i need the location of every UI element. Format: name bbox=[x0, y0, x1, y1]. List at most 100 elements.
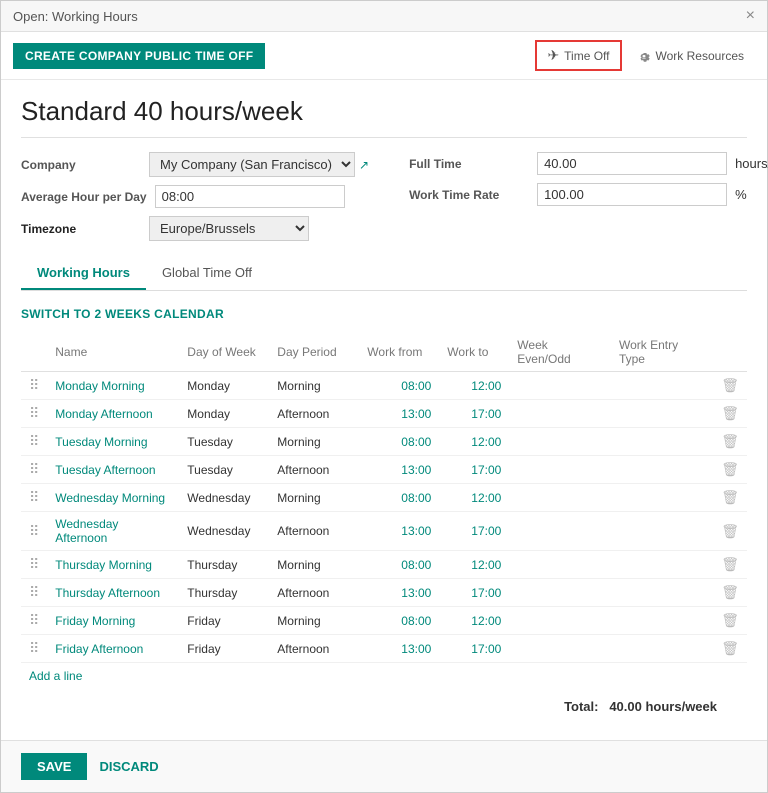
drag-handle[interactable]: ⠿ bbox=[21, 579, 47, 607]
table-row: ⠿ Monday Morning Monday Morning 08:00 12… bbox=[21, 372, 747, 400]
row-period: Afternoon bbox=[269, 512, 359, 551]
row-name[interactable]: Thursday Afternoon bbox=[47, 579, 179, 607]
drag-handle[interactable]: ⠿ bbox=[21, 512, 47, 551]
create-company-public-time-off-button[interactable]: CREATE COMPANY PUBLIC TIME OFF bbox=[13, 43, 265, 69]
drag-handle[interactable]: ⠿ bbox=[21, 400, 47, 428]
tab-working-hours[interactable]: Working Hours bbox=[21, 257, 146, 290]
row-period: Morning bbox=[269, 607, 359, 635]
avg-hour-input[interactable] bbox=[155, 185, 345, 208]
full-time-input[interactable] bbox=[537, 152, 727, 175]
row-evenodd bbox=[509, 607, 611, 635]
row-evenodd bbox=[509, 456, 611, 484]
row-delete[interactable]: 🗑 bbox=[713, 484, 747, 512]
switch-calendar-button[interactable]: SWITCH TO 2 WEEKS CALENDAR bbox=[21, 307, 747, 321]
company-select[interactable]: My Company (San Francisco) bbox=[149, 152, 355, 177]
row-dow: Thursday bbox=[179, 579, 269, 607]
th-drag bbox=[21, 333, 47, 372]
row-entry-type bbox=[611, 635, 713, 663]
modal-close-button[interactable]: × bbox=[746, 7, 755, 25]
discard-button[interactable]: DISCARD bbox=[99, 753, 158, 780]
row-delete[interactable]: 🗑 bbox=[713, 400, 747, 428]
company-label: Company bbox=[21, 158, 141, 172]
row-workto: 12:00 bbox=[439, 607, 509, 635]
total-value: 40.00 hours/week bbox=[609, 699, 717, 714]
table-header-row: Name Day of Week Day Period Work from Wo… bbox=[21, 333, 747, 372]
th-period: Day Period bbox=[269, 333, 359, 372]
modal-wrapper: Open: Working Hours × CREATE COMPANY PUB… bbox=[0, 0, 768, 793]
row-name[interactable]: Friday Afternoon bbox=[47, 635, 179, 663]
row-entry-type bbox=[611, 428, 713, 456]
row-entry-type bbox=[611, 607, 713, 635]
tabs: Working Hours Global Time Off bbox=[21, 257, 747, 291]
th-workfrom: Work from bbox=[359, 333, 439, 372]
drag-handle[interactable]: ⠿ bbox=[21, 428, 47, 456]
row-name[interactable]: Monday Morning bbox=[47, 372, 179, 400]
row-delete[interactable]: 🗑 bbox=[713, 635, 747, 663]
page-title: Standard 40 hours/week bbox=[21, 96, 747, 138]
row-delete[interactable]: 🗑 bbox=[713, 579, 747, 607]
row-name[interactable]: Friday Morning bbox=[47, 607, 179, 635]
row-delete[interactable]: 🗑 bbox=[713, 372, 747, 400]
avg-hour-row: Average Hour per Day bbox=[21, 185, 369, 208]
row-entry-type bbox=[611, 484, 713, 512]
work-time-rate-row: Work Time Rate % bbox=[409, 183, 768, 206]
drag-handle[interactable]: ⠿ bbox=[21, 456, 47, 484]
row-workfrom: 08:00 bbox=[359, 428, 439, 456]
row-dow: Monday bbox=[179, 372, 269, 400]
row-delete[interactable]: 🗑 bbox=[713, 512, 747, 551]
row-workfrom: 13:00 bbox=[359, 635, 439, 663]
row-delete[interactable]: 🗑 bbox=[713, 607, 747, 635]
work-time-rate-input[interactable] bbox=[537, 183, 727, 206]
row-delete[interactable]: 🗑 bbox=[713, 456, 747, 484]
row-workto: 12:00 bbox=[439, 428, 509, 456]
row-dow: Tuesday bbox=[179, 428, 269, 456]
company-external-link-icon[interactable]: ↗ bbox=[359, 158, 369, 172]
row-entry-type bbox=[611, 456, 713, 484]
row-entry-type bbox=[611, 512, 713, 551]
row-name[interactable]: Tuesday Morning bbox=[47, 428, 179, 456]
row-dow: Friday bbox=[179, 635, 269, 663]
row-workto: 12:00 bbox=[439, 372, 509, 400]
row-dow: Wednesday bbox=[179, 512, 269, 551]
work-time-rate-unit: % bbox=[735, 187, 747, 202]
row-workfrom: 13:00 bbox=[359, 456, 439, 484]
row-evenodd bbox=[509, 484, 611, 512]
gear-icon bbox=[637, 49, 651, 63]
row-workto: 17:00 bbox=[439, 635, 509, 663]
row-workto: 17:00 bbox=[439, 512, 509, 551]
row-name[interactable]: Wednesday Afternoon bbox=[47, 512, 179, 551]
row-delete[interactable]: 🗑 bbox=[713, 428, 747, 456]
th-name: Name bbox=[47, 333, 179, 372]
save-button[interactable]: SAVE bbox=[21, 753, 87, 780]
work-resources-nav-button[interactable]: Work Resources bbox=[626, 43, 755, 69]
form-fields: Company My Company (San Francisco) ↗ Ave… bbox=[21, 152, 747, 241]
row-period: Afternoon bbox=[269, 456, 359, 484]
timezone-select[interactable]: Europe/Brussels bbox=[149, 216, 309, 241]
form-left-col: Company My Company (San Francisco) ↗ Ave… bbox=[21, 152, 369, 241]
row-delete[interactable]: 🗑 bbox=[713, 551, 747, 579]
row-evenodd bbox=[509, 372, 611, 400]
main-content: Standard 40 hours/week Company My Compan… bbox=[1, 80, 767, 740]
drag-handle[interactable]: ⠿ bbox=[21, 635, 47, 663]
row-dow: Tuesday bbox=[179, 456, 269, 484]
row-name[interactable]: Monday Afternoon bbox=[47, 400, 179, 428]
tab-global-time-off[interactable]: Global Time Off bbox=[146, 257, 268, 290]
time-off-nav-button[interactable]: ✈ Time Off bbox=[535, 40, 621, 71]
add-line-button[interactable]: Add a line bbox=[21, 663, 90, 689]
row-name[interactable]: Wednesday Morning bbox=[47, 484, 179, 512]
drag-handle[interactable]: ⠿ bbox=[21, 484, 47, 512]
row-name[interactable]: Tuesday Afternoon bbox=[47, 456, 179, 484]
drag-handle[interactable]: ⠿ bbox=[21, 372, 47, 400]
row-name[interactable]: Thursday Morning bbox=[47, 551, 179, 579]
row-entry-type bbox=[611, 551, 713, 579]
row-workto: 17:00 bbox=[439, 456, 509, 484]
drag-handle[interactable]: ⠿ bbox=[21, 551, 47, 579]
hours-table: Name Day of Week Day Period Work from Wo… bbox=[21, 333, 747, 663]
th-delete bbox=[713, 333, 747, 372]
row-dow: Wednesday bbox=[179, 484, 269, 512]
table-row: ⠿ Tuesday Afternoon Tuesday Afternoon 13… bbox=[21, 456, 747, 484]
row-dow: Thursday bbox=[179, 551, 269, 579]
row-period: Morning bbox=[269, 484, 359, 512]
row-evenodd bbox=[509, 551, 611, 579]
drag-handle[interactable]: ⠿ bbox=[21, 607, 47, 635]
